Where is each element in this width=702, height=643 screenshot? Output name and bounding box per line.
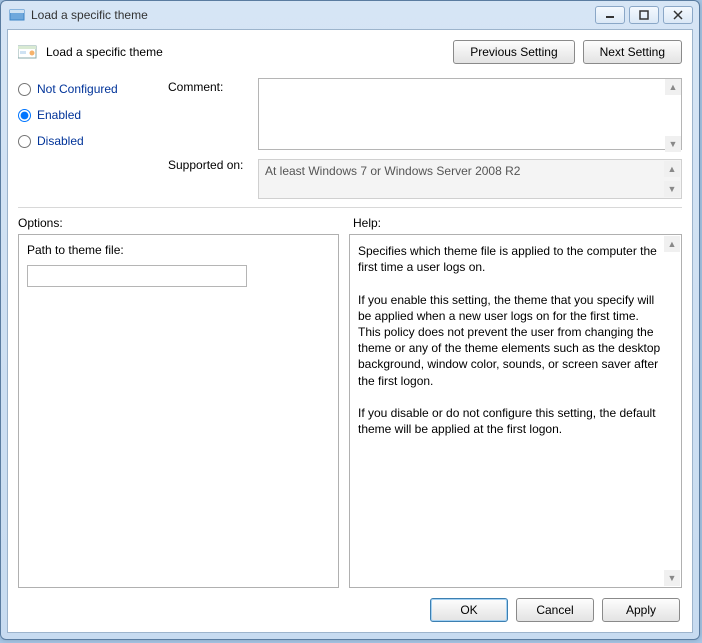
section-labels: Options: Help: (18, 208, 682, 234)
ok-button[interactable]: OK (430, 598, 508, 622)
dialog-window: Load a specific theme Load a specific th… (0, 0, 700, 640)
panels: Path to theme file: Specifies which them… (18, 234, 682, 588)
options-label: Options: (18, 216, 353, 230)
scroll-down-icon[interactable]: ▼ (664, 181, 680, 197)
state-radios: Not Configured Enabled Disabled (18, 78, 158, 199)
radio-label: Disabled (37, 134, 84, 148)
scrollbar[interactable]: ▲ ▼ (664, 161, 680, 197)
radio-disabled-input[interactable] (18, 135, 31, 148)
scrollbar[interactable]: ▲ ▼ (665, 79, 681, 152)
options-panel: Path to theme file: (18, 234, 339, 588)
radio-enabled-input[interactable] (18, 109, 31, 122)
minimize-button[interactable] (595, 6, 625, 24)
window-controls (595, 6, 693, 24)
path-input[interactable] (27, 265, 247, 287)
supported-on-text: At least Windows 7 or Windows Server 200… (265, 164, 520, 178)
comment-input[interactable] (258, 78, 682, 150)
policy-icon (18, 44, 38, 60)
policy-header: Load a specific theme Previous Setting N… (18, 38, 682, 74)
help-panel: Specifies which theme file is applied to… (349, 234, 682, 588)
dialog-buttons: OK Cancel Apply (18, 588, 682, 624)
client-area: Load a specific theme Previous Setting N… (7, 29, 693, 633)
scroll-up-icon[interactable]: ▲ (664, 161, 680, 177)
help-label: Help: (353, 216, 381, 230)
radio-label: Enabled (37, 108, 81, 122)
radio-enabled[interactable]: Enabled (18, 108, 158, 122)
titlebar[interactable]: Load a specific theme (1, 1, 699, 29)
radio-disabled[interactable]: Disabled (18, 134, 158, 148)
app-icon (9, 7, 25, 23)
supported-on-box: At least Windows 7 or Windows Server 200… (258, 159, 682, 199)
radio-label: Not Configured (37, 82, 118, 96)
comment-label: Comment: (168, 80, 248, 158)
previous-setting-button[interactable]: Previous Setting (453, 40, 574, 64)
help-text: Specifies which theme file is applied to… (358, 243, 661, 437)
scroll-up-icon[interactable]: ▲ (665, 79, 681, 95)
supported-label: Supported on: (168, 158, 248, 172)
radio-not-configured-input[interactable] (18, 83, 31, 96)
apply-button[interactable]: Apply (602, 598, 680, 622)
window-title: Load a specific theme (31, 8, 595, 22)
maximize-button[interactable] (629, 6, 659, 24)
next-setting-button[interactable]: Next Setting (583, 40, 682, 64)
path-label: Path to theme file: (27, 243, 330, 257)
scroll-up-icon[interactable]: ▲ (664, 236, 680, 252)
configuration-row: Not Configured Enabled Disabled Comment:… (18, 74, 682, 208)
close-button[interactable] (663, 6, 693, 24)
radio-not-configured[interactable]: Not Configured (18, 82, 158, 96)
policy-title: Load a specific theme (46, 45, 445, 59)
field-labels: Comment: Supported on: (168, 78, 248, 199)
field-inputs: ▲ ▼ At least Windows 7 or Windows Server… (258, 78, 682, 199)
scrollbar[interactable]: ▲ ▼ (664, 236, 680, 586)
scroll-down-icon[interactable]: ▼ (664, 570, 680, 586)
cancel-button[interactable]: Cancel (516, 598, 594, 622)
scroll-down-icon[interactable]: ▼ (665, 136, 681, 152)
